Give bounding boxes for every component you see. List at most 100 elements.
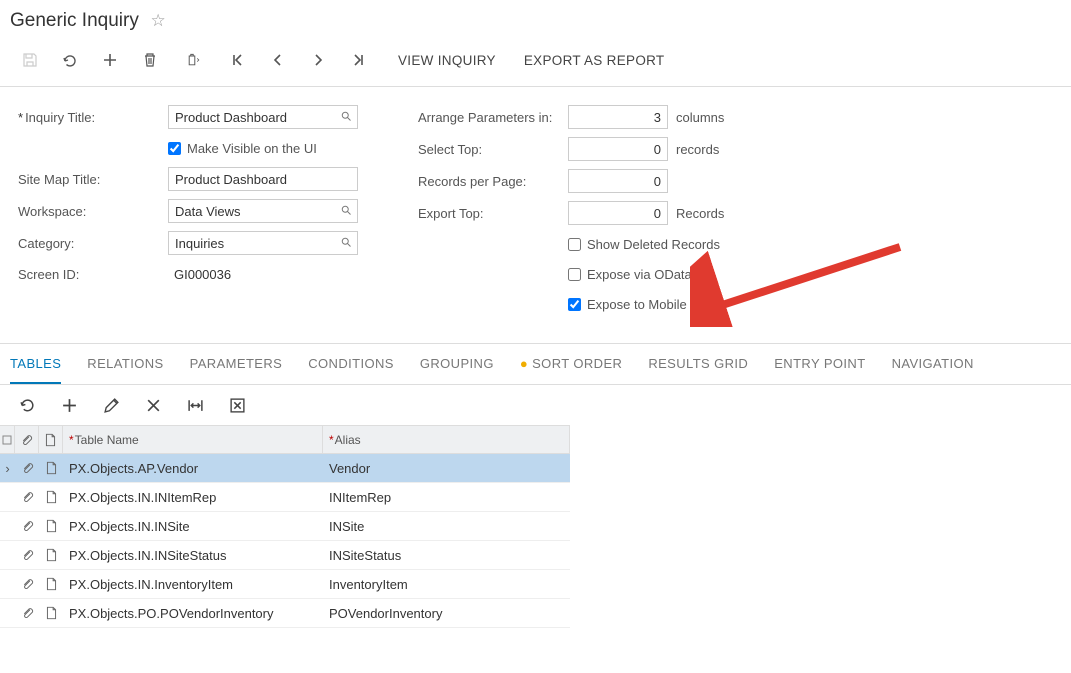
table-row[interactable]: PX.Objects.IN.InventoryItemInventoryItem	[0, 570, 570, 599]
site-map-title-value: Product Dashboard	[175, 172, 353, 187]
grid-delete-button[interactable]	[132, 389, 174, 421]
tab-entry-point[interactable]: ENTRY POINT	[774, 344, 865, 384]
row-notes-icon[interactable]	[39, 519, 63, 533]
tab-relations[interactable]: RELATIONS	[87, 344, 163, 384]
copy-paste-button[interactable]	[170, 44, 218, 76]
expose-mobile-label: Expose to Mobile	[587, 297, 687, 312]
make-visible-checkbox[interactable]	[168, 142, 181, 155]
grid-add-button[interactable]	[48, 389, 90, 421]
inquiry-title-label: Inquiry Title:	[18, 110, 168, 125]
tab-parameters[interactable]: PARAMETERS	[190, 344, 283, 384]
grid-header-indicator[interactable]	[0, 426, 15, 453]
row-files-icon[interactable]	[15, 519, 39, 533]
trash-icon	[142, 52, 158, 68]
row-files-icon[interactable]	[15, 461, 39, 475]
grid-fit-button[interactable]	[174, 389, 216, 421]
row-table-name[interactable]: PX.Objects.PO.POVendorInventory	[63, 606, 323, 621]
site-map-title-input[interactable]: Product Dashboard	[168, 167, 358, 191]
grid-refresh-button[interactable]	[6, 389, 48, 421]
row-notes-icon[interactable]	[39, 490, 63, 504]
row-files-icon[interactable]	[15, 606, 39, 620]
row-notes-icon[interactable]	[39, 577, 63, 591]
inquiry-title-input[interactable]: Product Dashboard	[168, 105, 358, 129]
table-row[interactable]: PX.Objects.IN.INSiteStatusINSiteStatus	[0, 541, 570, 570]
grid-edit-button[interactable]	[90, 389, 132, 421]
row-table-name[interactable]: PX.Objects.IN.INSite	[63, 519, 323, 534]
row-files-icon[interactable]	[15, 548, 39, 562]
row-table-name[interactable]: PX.Objects.AP.Vendor	[63, 461, 323, 476]
workspace-input[interactable]: Data Views	[168, 199, 358, 223]
row-files-icon[interactable]	[15, 577, 39, 591]
tables-grid: *Table Name *Alias ›PX.Objects.AP.Vendor…	[0, 425, 570, 628]
site-map-title-label: Site Map Title:	[18, 172, 168, 187]
tab-bar: TABLES RELATIONS PARAMETERS CONDITIONS GROUP…	[0, 344, 1071, 384]
favorite-star-icon[interactable]: ☆	[150, 11, 165, 31]
screen-id-label: Screen ID:	[18, 267, 168, 282]
select-top-label: Select Top:	[418, 142, 568, 157]
grid-header-notes[interactable]	[39, 426, 63, 453]
warning-icon: ●	[520, 356, 528, 371]
add-button[interactable]	[90, 44, 130, 76]
row-notes-icon[interactable]	[39, 548, 63, 562]
search-icon[interactable]	[339, 236, 353, 251]
prev-record-button[interactable]	[258, 44, 298, 76]
row-alias[interactable]: INItemRep	[323, 490, 570, 505]
search-icon[interactable]	[339, 110, 353, 125]
records-per-page-input[interactable]: 0	[568, 169, 668, 193]
arrange-params-suffix: columns	[676, 110, 724, 125]
grid-export-button[interactable]	[216, 389, 258, 421]
table-row[interactable]: ›PX.Objects.AP.VendorVendor	[0, 454, 570, 483]
delete-button[interactable]	[130, 44, 170, 76]
row-files-icon[interactable]	[15, 490, 39, 504]
tab-grouping[interactable]: GROUPING	[420, 344, 494, 384]
first-icon	[230, 52, 246, 68]
expose-mobile-checkbox[interactable]	[568, 298, 581, 311]
row-alias[interactable]: Vendor	[323, 461, 570, 476]
export-as-report-button[interactable]: EXPORT AS REPORT	[510, 44, 679, 76]
grid-header-alias[interactable]: *Alias	[323, 426, 570, 453]
workspace-label: Workspace:	[18, 204, 168, 219]
export-top-input[interactable]: 0	[568, 201, 668, 225]
show-deleted-checkbox[interactable]	[568, 238, 581, 251]
tab-label: SORT ORDER	[532, 356, 622, 371]
last-record-button[interactable]	[338, 44, 378, 76]
row-alias[interactable]: INSite	[323, 519, 570, 534]
row-table-name[interactable]: PX.Objects.IN.INSiteStatus	[63, 548, 323, 563]
table-row[interactable]: PX.Objects.PO.POVendorInventoryPOVendorI…	[0, 599, 570, 628]
next-record-button[interactable]	[298, 44, 338, 76]
tab-conditions[interactable]: CONDITIONS	[308, 344, 394, 384]
select-top-value: 0	[654, 142, 661, 157]
save-button[interactable]	[10, 44, 50, 76]
export-top-suffix: Records	[676, 206, 724, 221]
row-table-name[interactable]: PX.Objects.IN.INItemRep	[63, 490, 323, 505]
inquiry-title-value: Product Dashboard	[175, 110, 339, 125]
row-table-name[interactable]: PX.Objects.IN.InventoryItem	[63, 577, 323, 592]
export-top-label: Export Top:	[418, 206, 568, 221]
arrange-params-input[interactable]: 3	[568, 105, 668, 129]
tab-navigation[interactable]: NAVIGATION	[892, 344, 974, 384]
grid-header-files[interactable]	[15, 426, 39, 453]
tab-label: TABLES	[10, 356, 61, 371]
view-inquiry-button[interactable]: VIEW INQUIRY	[384, 44, 510, 76]
grid-header-table-name[interactable]: *Table Name	[63, 426, 323, 453]
row-alias[interactable]: INSiteStatus	[323, 548, 570, 563]
category-input[interactable]: Inquiries	[168, 231, 358, 255]
expose-odata-checkbox[interactable]	[568, 268, 581, 281]
row-notes-icon[interactable]	[39, 461, 63, 475]
chevron-right-icon	[310, 52, 326, 68]
tab-sort-order[interactable]: ● SORT ORDER	[520, 344, 622, 384]
row-alias[interactable]: POVendorInventory	[323, 606, 570, 621]
select-top-input[interactable]: 0	[568, 137, 668, 161]
plus-icon	[61, 397, 78, 414]
save-icon	[22, 52, 38, 68]
row-notes-icon[interactable]	[39, 606, 63, 620]
row-alias[interactable]: InventoryItem	[323, 577, 570, 592]
search-icon[interactable]	[339, 204, 353, 219]
first-record-button[interactable]	[218, 44, 258, 76]
tab-results-grid[interactable]: RESULTS GRID	[648, 344, 748, 384]
undo-button[interactable]	[50, 44, 90, 76]
make-visible-label: Make Visible on the UI	[187, 141, 317, 156]
table-row[interactable]: PX.Objects.IN.INSiteINSite	[0, 512, 570, 541]
table-row[interactable]: PX.Objects.IN.INItemRepINItemRep	[0, 483, 570, 512]
tab-tables[interactable]: TABLES	[10, 344, 61, 384]
